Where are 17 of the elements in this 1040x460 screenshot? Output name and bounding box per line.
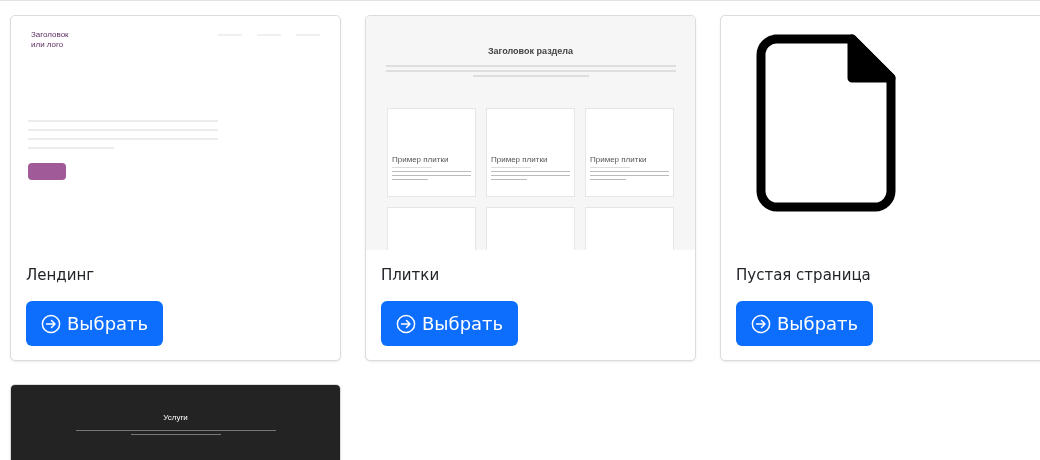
preview-heading: Заголовок раздела	[486, 46, 575, 56]
select-button[interactable]: Выбрать	[26, 301, 164, 346]
preview-button-drawing	[28, 163, 66, 180]
arrow-circle-icon	[41, 313, 61, 334]
arrow-circle-icon	[396, 313, 416, 334]
preview-logo-text: Заголовок или лого	[31, 30, 69, 50]
arrow-circle-icon	[751, 313, 771, 334]
template-name: Плитки	[381, 266, 441, 284]
template-name: Лендинг	[26, 266, 96, 284]
document-icon	[755, 33, 897, 213]
select-button[interactable]: Выбрать	[736, 301, 874, 346]
template-name: Пустая страница	[736, 266, 872, 284]
preview-tile: Пример плитки	[387, 108, 476, 197]
select-button[interactable]: Выбрать	[381, 301, 519, 346]
preview-tile: Пример плитки	[486, 108, 575, 197]
preview-tile: Пример плитки	[585, 108, 674, 197]
preview-heading: Услуги	[162, 413, 189, 422]
